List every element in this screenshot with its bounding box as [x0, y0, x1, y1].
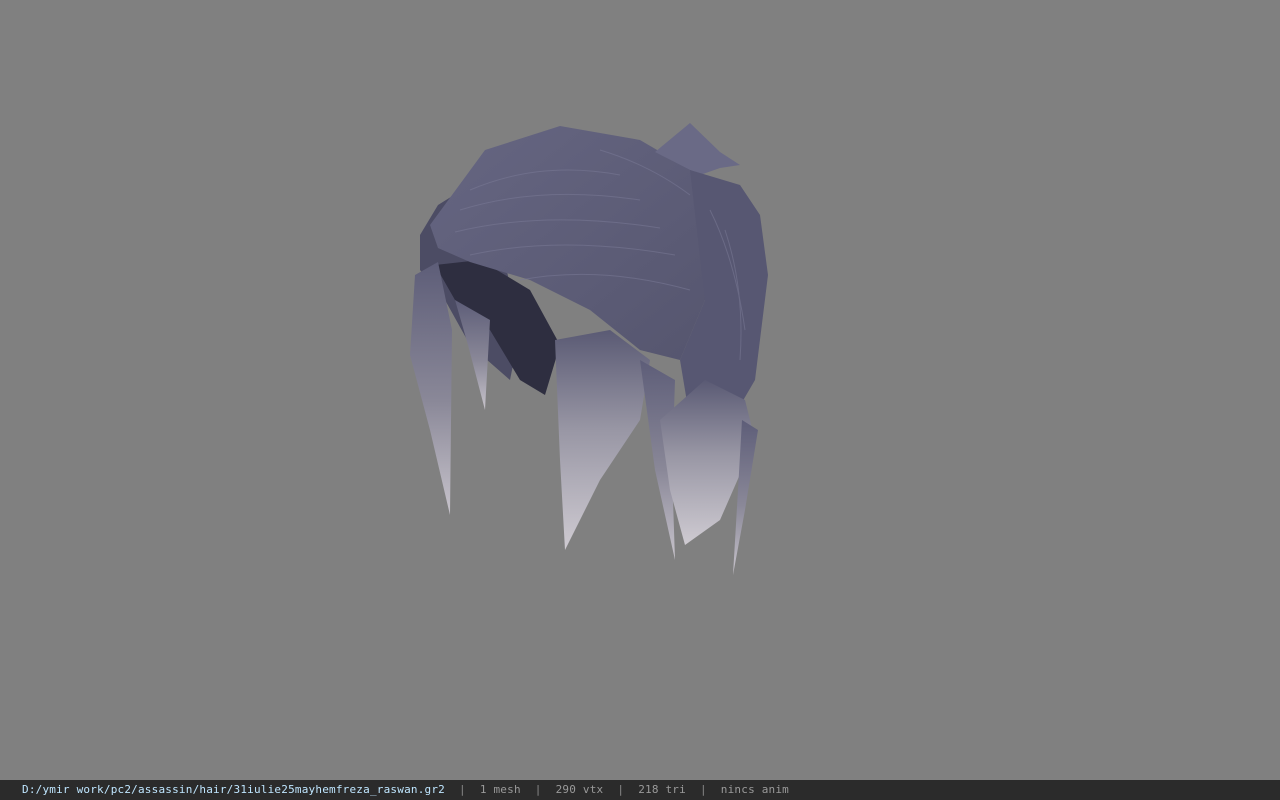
vertex-count: 290 vtx: [555, 783, 604, 796]
model-file-path: D:/ymir work/pc2/assassin/hair/31iulie25…: [22, 783, 445, 796]
separator: |: [699, 783, 707, 796]
hair-model-render: [410, 123, 768, 575]
status-bar: D:/ymir work/pc2/assassin/hair/31iulie25…: [0, 780, 1280, 800]
triangle-count: 218 tri: [638, 783, 686, 796]
separator: |: [534, 783, 542, 796]
hair-strand-left: [410, 262, 452, 515]
3d-viewport[interactable]: [0, 0, 1280, 780]
hair-strand-center: [555, 330, 650, 550]
separator: |: [459, 783, 466, 796]
animation-status: nincs anim: [720, 783, 790, 796]
mesh-count: 1 mesh: [479, 783, 521, 796]
separator: |: [617, 783, 625, 796]
